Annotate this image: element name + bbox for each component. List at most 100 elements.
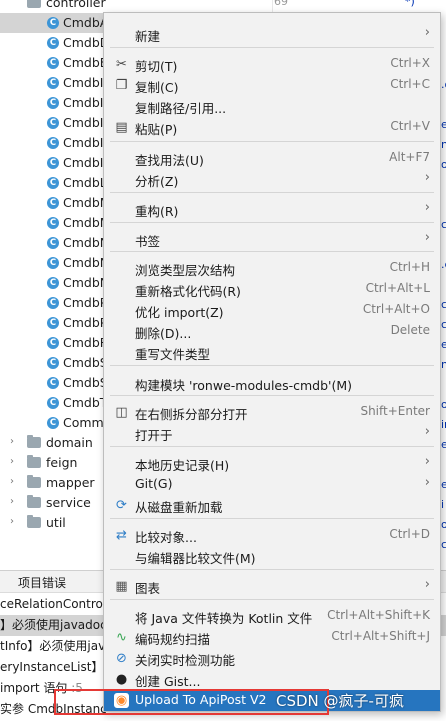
menu-item-label: 复制路径/引用... — [135, 101, 227, 116]
menu-item[interactable]: 与编辑器比较文件(M) — [104, 546, 440, 567]
folder-icon — [27, 435, 41, 448]
class-icon: C — [47, 97, 59, 109]
menu-item[interactable]: 书签 › — [104, 229, 440, 250]
menu-item-shortcut: Ctrl+D — [389, 527, 430, 541]
code-fragment: eat — [441, 438, 446, 451]
tab-project-errors[interactable]: 项目错误 — [18, 574, 66, 591]
menu-separator — [110, 141, 434, 142]
tree-package-label: mapper — [46, 475, 95, 490]
line-number: 69 — [274, 0, 288, 8]
menu-item[interactable]: ◫ 在右侧拆分部分打开 Shift+Enter — [104, 402, 440, 423]
menu-item-shortcut: Ctrl+Alt+O — [362, 302, 430, 316]
chevron-right-icon[interactable]: › — [10, 456, 14, 467]
menu-item[interactable]: 本地历史记录(H) › — [104, 453, 440, 474]
menu-item[interactable]: ● 创建 Gist... — [104, 669, 440, 690]
folder-icon — [27, 475, 41, 488]
menu-item-shortcut: Ctrl+X — [390, 56, 430, 70]
class-icon: C — [47, 197, 59, 209]
code-fragment: in — [441, 418, 446, 431]
code-fragment: eat — [441, 338, 446, 351]
menu-item[interactable]: 复制路径/引用... — [104, 96, 440, 117]
chevron-right-icon: › — [424, 424, 430, 439]
tree-class-label: CmdbI — [63, 75, 104, 90]
tree-class-label: CmdbR — [63, 335, 109, 350]
chevron-right-icon: › — [424, 577, 430, 592]
menu-item[interactable]: ✂ 剪切(T) Ctrl+X — [104, 54, 440, 75]
reload-icon: ⟳ — [116, 498, 127, 513]
tree-class-label: CmdbS — [63, 355, 108, 370]
menu-item-label: 重新格式化代码(R) — [135, 284, 241, 299]
chevron-right-icon: › — [424, 170, 430, 185]
diagram-icon: ▦ — [115, 579, 128, 594]
menu-item[interactable]: 重新格式化代码(R) Ctrl+Alt+L — [104, 279, 440, 300]
menu-item-label: 优化 import(Z) — [135, 305, 224, 320]
menu-item-label: 浏览类型层次结构 — [135, 263, 236, 278]
menu-item-label: 在右侧拆分部分打开 — [135, 407, 248, 422]
chevron-down-icon[interactable]: ˅ — [10, 0, 15, 7]
class-icon: C — [47, 317, 59, 329]
tree-class-label: CmdbS — [63, 375, 108, 390]
menu-item[interactable]: 打开于 › — [104, 423, 440, 444]
menu-item[interactable]: ⊘ 关闭实时检测功能 — [104, 648, 440, 669]
menu-item-label: 新建 — [135, 29, 161, 44]
class-icon: C — [47, 217, 59, 229]
chevron-right-icon[interactable]: › — [10, 476, 14, 487]
menu-item-label: 创建 Gist... — [135, 674, 201, 689]
menu-item-label: 分析(Z) — [135, 174, 179, 189]
tree-class-label: CmdbI — [63, 135, 104, 150]
menu-item[interactable]: 优化 import(Z) Ctrl+Alt+O — [104, 300, 440, 321]
menu-separator — [110, 446, 434, 447]
chevron-right-icon: › — [424, 475, 430, 490]
menu-item-label: 关闭实时检测功能 — [135, 653, 236, 668]
chevron-right-icon[interactable]: › — [10, 496, 14, 507]
menu-item[interactable]: ❐ 复制(C) Ctrl+C — [104, 75, 440, 96]
menu-item-shortcut: Ctrl+Alt+Shift+J — [331, 629, 430, 643]
menu-item[interactable]: ▤ 粘贴(P) Ctrl+V — [104, 117, 440, 138]
menu-item[interactable]: Git(G) › — [104, 474, 440, 495]
menu-separator — [110, 395, 434, 396]
menu-item[interactable]: ▦ 图表 › — [104, 576, 440, 597]
class-icon: C — [47, 297, 59, 309]
chevron-right-icon[interactable]: › — [10, 436, 14, 447]
chevron-right-icon[interactable]: › — [10, 516, 14, 527]
folder-icon — [27, 495, 41, 508]
class-icon: C — [47, 177, 59, 189]
folder-icon — [27, 455, 41, 468]
menu-item[interactable]: 新建 › — [104, 24, 440, 45]
tree-class-label: CmdbI — [63, 95, 104, 110]
menu-item-label: 重构(R) — [135, 204, 179, 219]
code-fragment: eat — [441, 478, 446, 491]
split-icon: ◫ — [115, 405, 128, 420]
menu-item-shortcut: Ctrl+C — [390, 77, 430, 91]
class-icon: C — [47, 417, 59, 429]
copy-icon: ❐ — [115, 78, 128, 93]
menu-item[interactable]: 浏览类型层次结构 Ctrl+H — [104, 258, 440, 279]
menu-item[interactable]: 构建模块 'ronwe-modules-cmdb'(M) — [104, 373, 440, 394]
code-fragment: ce — [441, 218, 446, 231]
problem-text: 】必须使用javadoc — [0, 618, 107, 632]
code-fragment: o — [441, 518, 446, 531]
tree-class-label: CmdbP — [63, 315, 108, 330]
menu-item-label: 删除(D)... — [135, 326, 192, 341]
menu-item[interactable]: 分析(Z) › — [104, 169, 440, 190]
menu-item[interactable]: ∿ 编码规约扫描 Ctrl+Alt+Shift+J — [104, 627, 440, 648]
watermark: CSDN @疯子-可疯 — [276, 692, 404, 710]
folder-icon — [27, 0, 41, 8]
menu-item[interactable]: 将 Java 文件转换为 Kotlin 文件 Ctrl+Alt+Shift+K — [104, 606, 440, 627]
menu-item[interactable]: ⟳ 从磁盘重新加载 — [104, 495, 440, 516]
menu-item-shortcut: Ctrl+H — [389, 260, 430, 274]
menu-item-label: 从磁盘重新加载 — [135, 500, 223, 515]
menu-item[interactable]: 删除(D)... Delete — [104, 321, 440, 342]
code-fragment: or — [441, 398, 446, 411]
tree-class-label: CmdbL — [63, 175, 107, 190]
menu-item-label: 重写文件类型 — [135, 347, 211, 362]
code-fragment: ce — [441, 298, 446, 311]
menu-item[interactable]: 查找用法(U) Alt+F7 — [104, 148, 440, 169]
menu-item[interactable]: 重构(R) › — [104, 199, 440, 220]
code-fragment: .o — [441, 78, 446, 91]
class-icon: C — [47, 337, 59, 349]
menu-item[interactable]: 重写文件类型 — [104, 342, 440, 363]
menu-item[interactable]: ⇄ 比较对象... Ctrl+D — [104, 525, 440, 546]
code-fragment: ce — [441, 538, 446, 551]
class-icon: C — [47, 157, 59, 169]
